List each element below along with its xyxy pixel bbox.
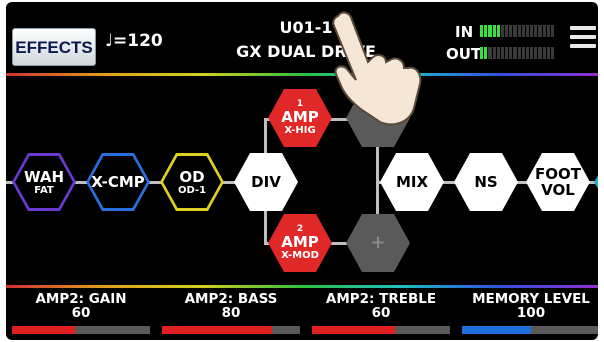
meter-segment xyxy=(521,47,525,59)
effect-block-od[interactable]: OD OD-1 xyxy=(160,153,224,211)
meter-segment xyxy=(550,47,555,59)
param-value: 60 xyxy=(371,305,391,321)
meter-segment xyxy=(492,47,496,59)
meter-segment xyxy=(488,47,492,59)
meter-segment xyxy=(542,25,546,37)
meter-segment xyxy=(525,25,530,37)
param-label: AMP2: GAIN xyxy=(35,291,127,307)
hamburger-menu-icon[interactable] xyxy=(570,26,596,52)
meter-segment xyxy=(513,47,517,59)
effect-block-footvol[interactable]: FOOT VOL xyxy=(526,153,590,211)
param-level-fill xyxy=(312,326,395,334)
plus-icon: + xyxy=(370,232,386,253)
meter-segment xyxy=(546,25,550,37)
device-screen: EFFECTS ♩=120 U01-1 GX DUAL DRIVE IN OUT… xyxy=(6,2,598,340)
meter-segment xyxy=(521,25,525,37)
block-sublabel: VOL xyxy=(541,181,575,199)
param-knob-3[interactable]: AMP2: TREBLE 60 xyxy=(312,291,450,334)
param-level-bar xyxy=(162,326,300,334)
param-level-bar xyxy=(312,326,450,334)
param-level-fill xyxy=(162,326,273,334)
meter-segment xyxy=(488,25,492,37)
effect-block-mix[interactable]: MIX xyxy=(380,153,444,211)
meter-segment xyxy=(509,47,513,59)
input-level-meter xyxy=(480,25,555,37)
effect-block-div[interactable]: DIV xyxy=(234,153,298,211)
param-level-bar xyxy=(462,326,598,334)
param-knob-4[interactable]: MEMORY LEVEL 100 xyxy=(462,291,598,334)
param-value: 60 xyxy=(71,305,91,321)
tempo-display[interactable]: ♩=120 xyxy=(105,30,163,52)
pointing-hand-icon xyxy=(332,11,422,126)
meter-segment xyxy=(550,25,555,37)
meter-segment xyxy=(500,25,505,37)
input-level-label: IN xyxy=(455,23,474,41)
param-knob-2[interactable]: AMP2: BASS 80 xyxy=(162,291,300,334)
output-level-label: OUT xyxy=(446,45,482,63)
meter-segment xyxy=(534,25,538,37)
header-divider xyxy=(6,73,598,76)
param-level-fill xyxy=(12,326,76,334)
meter-segment xyxy=(509,25,513,37)
meter-segment xyxy=(513,25,517,37)
block-label: MIX xyxy=(395,173,429,191)
chain-scroll-indicator[interactable] xyxy=(594,174,598,190)
param-level-bar xyxy=(12,326,150,334)
meter-segment xyxy=(480,25,484,37)
effect-block-ns[interactable]: NS xyxy=(454,153,518,211)
effect-block-wah[interactable]: WAH FAT xyxy=(12,153,76,211)
meter-segment xyxy=(496,47,500,59)
param-value: 80 xyxy=(221,305,241,321)
block-label: AMP xyxy=(281,108,319,126)
meter-segment xyxy=(538,25,542,37)
add-block-button[interactable]: + xyxy=(346,214,410,272)
meter-segment xyxy=(517,47,521,59)
param-level-fill xyxy=(462,326,531,334)
meter-segment xyxy=(542,47,546,59)
output-level-meter xyxy=(480,47,555,59)
parameter-bar: AMP2: GAIN 60 AMP2: BASS 80 AMP2: TREBLE… xyxy=(6,292,598,340)
block-label: X-CMP xyxy=(91,173,145,191)
meter-segment xyxy=(505,47,509,59)
meter-segment xyxy=(534,47,538,59)
block-sublabel: FAT xyxy=(34,184,54,196)
param-label: AMP2: BASS xyxy=(184,291,278,307)
meter-segment xyxy=(546,47,550,59)
param-label: MEMORY LEVEL xyxy=(472,291,590,307)
meter-segment xyxy=(480,47,484,59)
block-sublabel: OD-1 xyxy=(177,184,207,196)
effect-chain: WAH FAT X-CMP OD OD-1 DIV 1 AMP X-HIG 2 … xyxy=(6,78,598,286)
block-label: AMP xyxy=(281,233,319,251)
meter-segment xyxy=(525,47,530,59)
block-sublabel: X-HIG xyxy=(284,125,316,136)
block-label: FOOT xyxy=(535,165,581,183)
block-label: NS xyxy=(474,173,498,191)
param-divider xyxy=(6,285,598,288)
param-knob-1[interactable]: AMP2: GAIN 60 xyxy=(12,291,150,334)
param-value: 100 xyxy=(516,305,546,321)
param-label: AMP2: TREBLE xyxy=(325,291,437,307)
meter-segment xyxy=(484,25,488,37)
meter-segment xyxy=(484,47,488,59)
meter-segment xyxy=(530,47,534,59)
meter-segment xyxy=(496,25,500,37)
block-sublabel: X-MOD xyxy=(281,250,319,261)
effect-block-xcmp[interactable]: X-CMP xyxy=(86,153,150,211)
effect-block-amp1[interactable]: 1 AMP X-HIG xyxy=(268,89,332,147)
meter-segment xyxy=(500,47,505,59)
meter-segment xyxy=(530,25,534,37)
block-label: DIV xyxy=(251,173,281,191)
meter-segment xyxy=(492,25,496,37)
header-bar: EFFECTS ♩=120 U01-1 GX DUAL DRIVE IN OUT xyxy=(6,2,598,74)
meter-segment xyxy=(505,25,509,37)
block-label: OD xyxy=(179,167,205,186)
block-label: WAH xyxy=(23,167,65,186)
effects-button[interactable]: EFFECTS xyxy=(12,28,96,66)
meter-segment xyxy=(517,25,521,37)
meter-segment xyxy=(538,47,542,59)
effect-block-amp2[interactable]: 2 AMP X-MOD xyxy=(268,214,332,272)
